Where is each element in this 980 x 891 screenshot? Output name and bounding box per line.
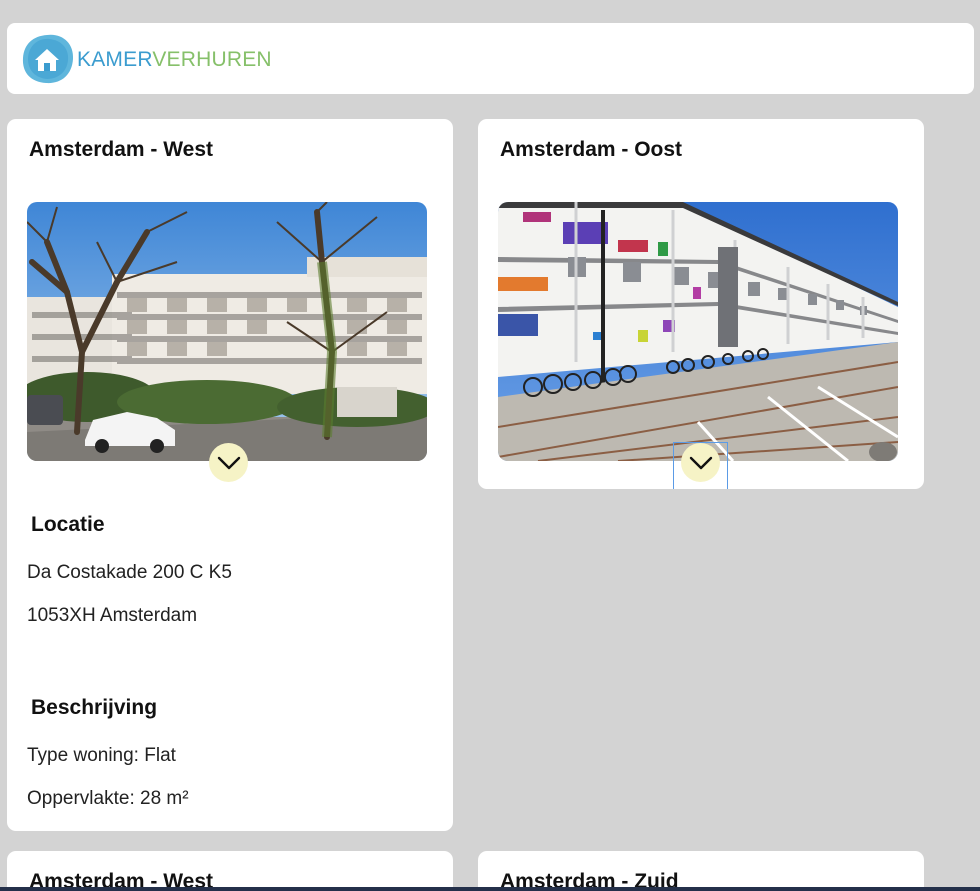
listing-card-oost: Amsterdam - Oost: [478, 119, 924, 489]
chevron-down-icon: [217, 456, 240, 469]
listing-card-zuid: Amsterdam - Zuid: [478, 851, 924, 891]
listing-card-west-2: Amsterdam - West: [7, 851, 453, 891]
listing-title: Amsterdam - West: [29, 138, 213, 161]
address-street: Da Costakade 200 C K5: [27, 562, 232, 583]
listing-title: Amsterdam - Oost: [500, 138, 683, 161]
surface-area: Oppervlakte: 28 m²: [27, 788, 189, 809]
listing-photo[interactable]: [27, 202, 427, 461]
description-heading: Beschrijving: [31, 696, 158, 719]
expand-toggle-button[interactable]: [209, 443, 248, 482]
apartment-photo: [27, 202, 427, 461]
listing-card-west: Amsterdam - West Locatie Da Costakade 20…: [7, 119, 453, 831]
keyboard-focus-outline: [673, 442, 728, 489]
location-heading: Locatie: [31, 513, 105, 536]
listing-photo[interactable]: [498, 202, 898, 461]
brand-wordmark[interactable]: KAMERVERHUREN: [77, 48, 272, 72]
brand-wordmark-part2: VERHUREN: [152, 47, 272, 71]
site-header: KAMERVERHUREN: [7, 23, 974, 94]
address-city: 1053XH Amsterdam: [27, 605, 198, 626]
housing-type: Type woning: Flat: [27, 745, 176, 766]
apartment-photo: [498, 202, 898, 461]
window-bottom-edge: [0, 887, 980, 891]
house-logo-icon[interactable]: [20, 33, 75, 85]
brand-wordmark-part1: KAMER: [77, 47, 153, 71]
